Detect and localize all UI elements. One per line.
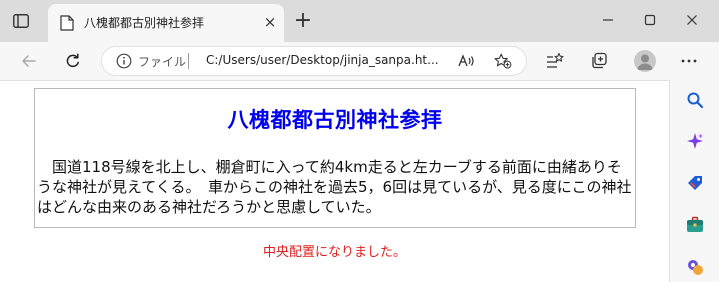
toolbar: ファイル C:/Users/user/Desktop/jinja_sanpa.h…	[0, 42, 719, 80]
edge-sidebar	[669, 80, 719, 282]
browser-window: 八槐都都古別神社参拝 × + ファイル C:/Users/user/Deskto…	[0, 0, 719, 282]
info-icon[interactable]	[116, 53, 132, 69]
maximize-icon[interactable]	[636, 8, 664, 32]
tab-active[interactable]: 八槐都都古別神社参拝 ×	[48, 4, 284, 42]
more-options-icon[interactable]	[678, 50, 700, 72]
shopping-tag-icon[interactable]	[684, 172, 706, 194]
back-arrow-icon[interactable]	[18, 50, 40, 72]
add-favorite-icon[interactable]	[494, 52, 512, 70]
address-separator	[188, 53, 189, 69]
file-scheme-label: ファイル	[138, 55, 187, 69]
read-aloud-icon[interactable]	[458, 52, 476, 70]
close-window-icon[interactable]	[678, 8, 706, 32]
games-icon[interactable]	[684, 256, 706, 278]
article-box: 八槐都都古別神社参拝 国道118号線を北上し、棚倉町に入って約4km走ると左カー…	[34, 88, 636, 228]
article-paragraph: 国道118号線を北上し、棚倉町に入って約4km走ると左カーブする前面に由緒ありそ…	[37, 158, 632, 216]
address-bar[interactable]: ファイル C:/Users/user/Desktop/jinja_sanpa.h…	[102, 47, 526, 75]
profile-avatar[interactable]	[634, 50, 656, 72]
tab-title: 八槐都都古別神社参拝	[84, 16, 205, 30]
close-tab-icon[interactable]: ×	[262, 13, 278, 31]
new-tab-button[interactable]: +	[292, 10, 314, 32]
collections-icon[interactable]	[588, 50, 610, 72]
favorites-icon[interactable]	[544, 50, 566, 72]
url-text[interactable]: C:/Users/user/Desktop/jinja_sanpa.ht...	[206, 53, 439, 67]
search-icon[interactable]	[684, 89, 706, 111]
tab-actions-icon[interactable]	[10, 10, 32, 32]
minimize-icon[interactable]	[594, 8, 622, 32]
page-title: 八槐都都古別神社参拝	[227, 108, 443, 132]
tab-strip: 八槐都都古別神社参拝 × +	[0, 0, 719, 42]
reload-icon[interactable]	[62, 50, 84, 72]
status-caption: 中央配置になりました。	[262, 245, 406, 260]
tools-briefcase-icon[interactable]	[684, 214, 706, 236]
page-content: 八槐都都古別神社参拝 国道118号線を北上し、棚倉町に入って約4km走ると左カー…	[0, 80, 669, 282]
page-icon	[60, 15, 74, 31]
copilot-icon[interactable]	[684, 130, 706, 152]
